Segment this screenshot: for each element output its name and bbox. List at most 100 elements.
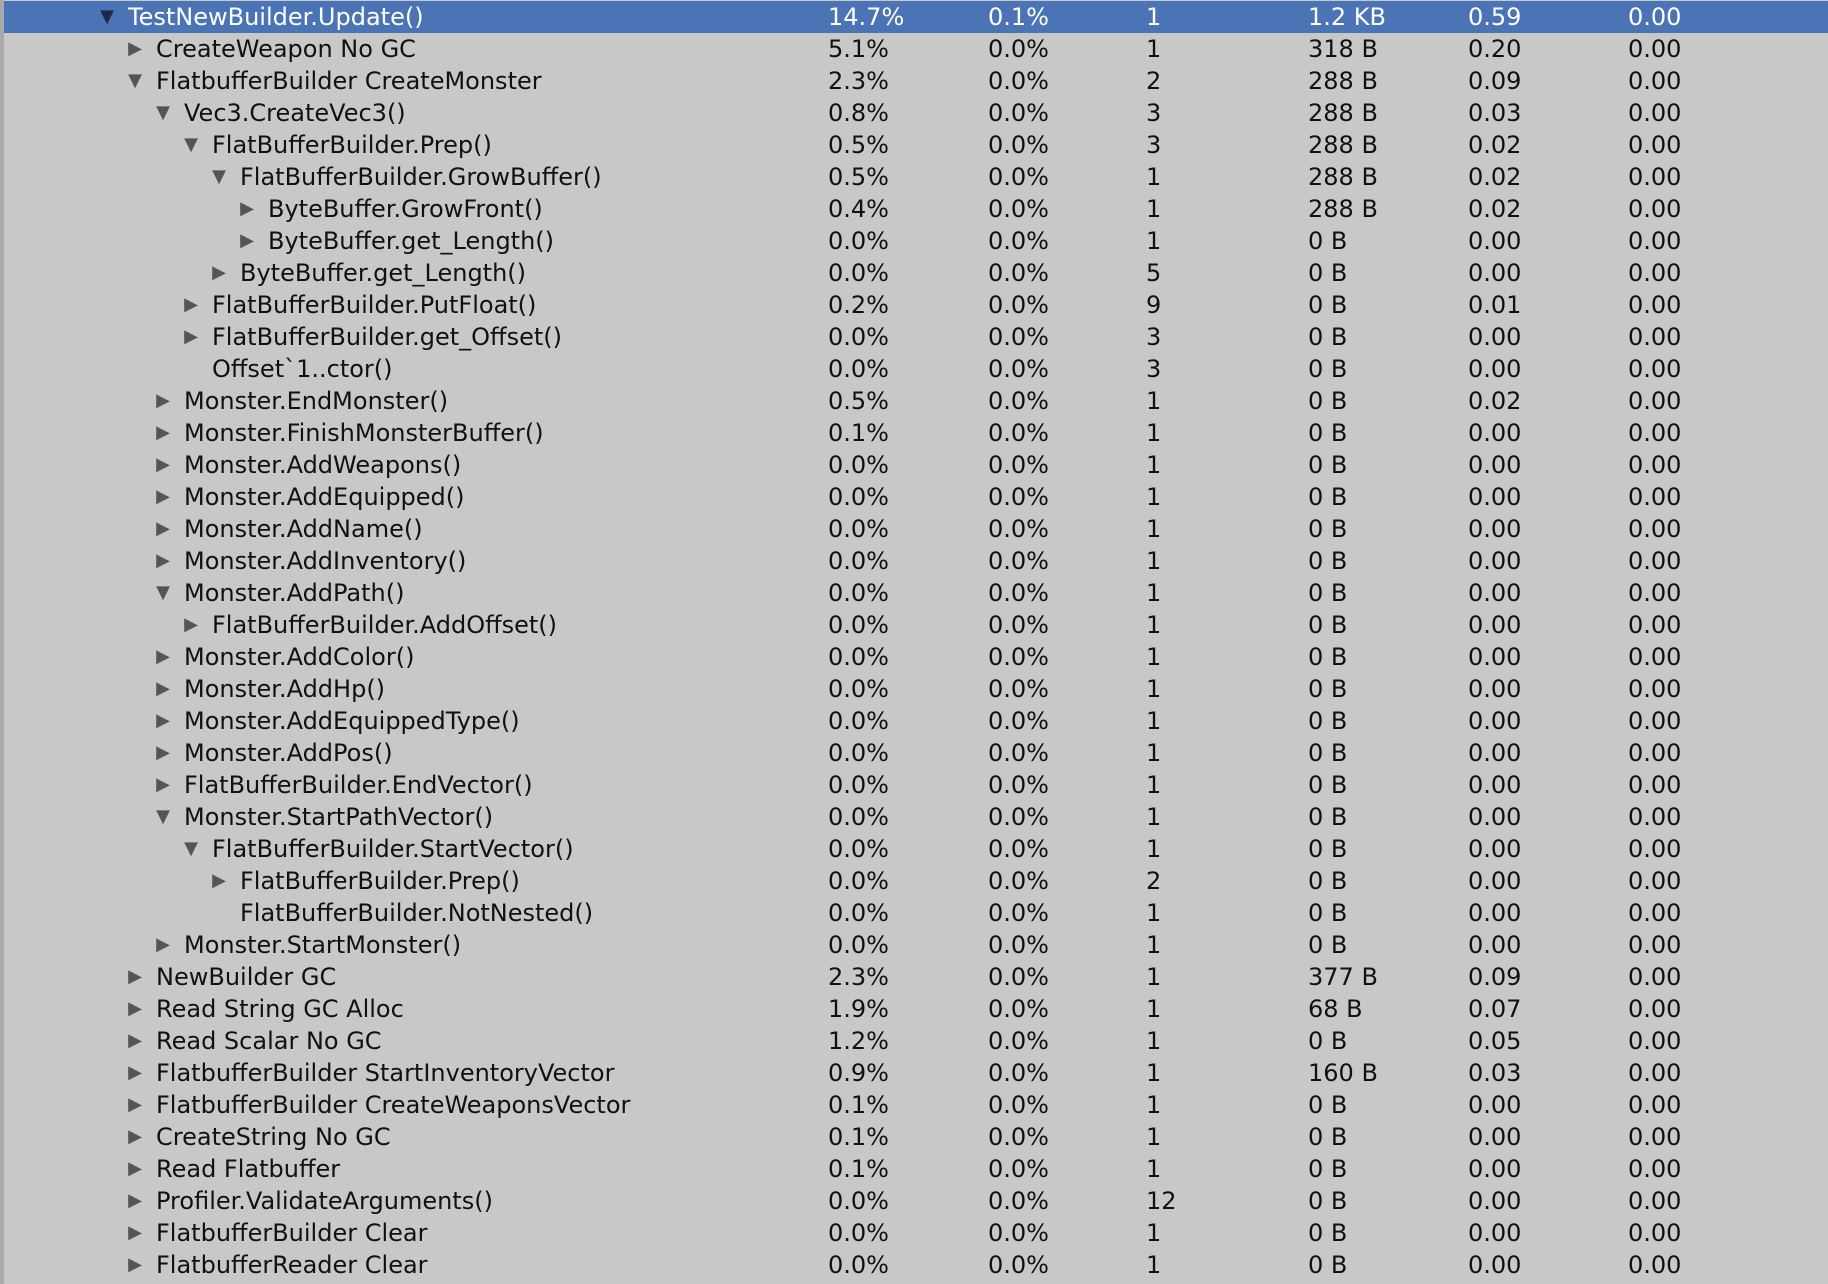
total-percent-cell: 0.0% [828,451,889,479]
collapsed-triangle-icon[interactable]: ▶ [124,1153,146,1185]
table-row[interactable]: ▶ FlatBufferBuilder.Prep() 0.0% 0.0% 2 0 B 0.0… [4,865,1828,897]
table-row[interactable]: ▶ FlatBufferBuilder.EndVector() 0.0% 0.0% 1 0… [4,769,1828,801]
self-ms-cell: 0.00 [1628,131,1682,159]
table-row-selected[interactable]: ▼ TestNewBuilder.Update() 14.7% 0.1% 1 1.2 KB… [4,1,1828,33]
expanded-triangle-icon[interactable]: ▼ [152,577,174,609]
self-percent-cell: 0.0% [988,643,1049,671]
expanded-triangle-icon[interactable]: ▼ [180,833,202,865]
expanded-triangle-icon[interactable]: ▼ [152,801,174,833]
function-name: FlatBufferBuilder.Prep() [240,867,520,895]
collapsed-triangle-icon[interactable]: ▶ [124,1057,146,1089]
expanded-triangle-icon[interactable]: ▼ [152,97,174,129]
collapsed-triangle-icon[interactable]: ▶ [124,1025,146,1057]
collapsed-triangle-icon[interactable]: ▶ [124,1217,146,1249]
table-row[interactable]: ▶ Monster.AddEquipped() 0.0% 0.0% 1 0 B 0.00 0.… [4,481,1828,513]
table-row[interactable]: ▶ CreateWeapon No GC 5.1% 0.0% 1 318 B 0.20 0.0… [4,33,1828,65]
collapsed-triangle-icon[interactable]: ▶ [124,1089,146,1121]
table-row[interactable]: ▶ FlatBufferBuilder.AddOffset() 0.0% 0.0% 1 0… [4,609,1828,641]
table-row[interactable]: ▶ Monster.AddWeapons() 0.0% 0.0% 1 0 B 0.00 0.0… [4,449,1828,481]
table-row[interactable]: ▶ CreateString No GC 0.1% 0.0% 1 0 B 0.00 0.00 [4,1121,1828,1153]
table-row[interactable]: ▶ Monster.AddName() 0.0% 0.0% 1 0 B 0.00 0.00 [4,513,1828,545]
table-row[interactable]: ▶ FlatbufferBuilder Clear 0.0% 0.0% 1 0 B 0.00… [4,1217,1828,1249]
collapsed-triangle-icon[interactable]: ▶ [152,449,174,481]
total-percent-cell: 1.2% [828,1027,889,1055]
gc-alloc-cell: 0 B [1308,1155,1348,1183]
function-name: NewBuilder GC [156,963,337,991]
calls-cell: 1 [1146,419,1162,447]
table-row[interactable]: ▶ ByteBuffer.get_Length() 0.0% 0.0% 5 0 B 0.00… [4,257,1828,289]
table-row[interactable]: Offset`1..ctor() 0.0% 0.0% 3 0 B 0.00 0.00 [4,353,1828,385]
table-row[interactable]: ▶ Monster.StartMonster() 0.0% 0.0% 1 0 B 0.00 0… [4,929,1828,961]
table-row[interactable]: ▶ Read Scalar No GC 1.2% 0.0% 1 0 B 0.05 0.00 [4,1025,1828,1057]
table-row[interactable]: ▶ Monster.AddColor() 0.0% 0.0% 1 0 B 0.00 0.00 [4,641,1828,673]
collapsed-triangle-icon[interactable]: ▶ [152,673,174,705]
table-row[interactable]: ▶ FlatbufferBuilder CreateWeaponsVector 0.… [4,1089,1828,1121]
function-name: Vec3.CreateVec3() [184,99,406,127]
collapsed-triangle-icon[interactable]: ▶ [124,961,146,993]
expanded-triangle-icon[interactable]: ▼ [208,161,230,193]
collapsed-triangle-icon[interactable]: ▶ [180,289,202,321]
table-row[interactable]: ▶ Monster.AddPos() 0.0% 0.0% 1 0 B 0.00 0.00 [4,737,1828,769]
collapsed-triangle-icon[interactable]: ▶ [208,257,230,289]
collapsed-triangle-icon[interactable]: ▶ [180,609,202,641]
table-row[interactable]: ▶ Monster.AddHp() 0.0% 0.0% 1 0 B 0.00 0.00 [4,673,1828,705]
table-row[interactable]: ▼ FlatBufferBuilder.StartVector() 0.0% 0.0%… [4,833,1828,865]
collapsed-triangle-icon[interactable]: ▶ [124,1185,146,1217]
collapsed-triangle-icon[interactable]: ▶ [152,705,174,737]
collapsed-triangle-icon[interactable]: ▶ [152,545,174,577]
self-percent-cell: 0.0% [988,899,1049,927]
table-row[interactable]: ▶ Monster.AddEquippedType() 0.0% 0.0% 1 0 B 0.… [4,705,1828,737]
table-row[interactable]: ▶ FlatBufferBuilder.PutFloat() 0.2% 0.0% 9 0 … [4,289,1828,321]
collapsed-triangle-icon[interactable]: ▶ [152,513,174,545]
collapsed-triangle-icon[interactable]: ▶ [152,929,174,961]
gc-alloc-cell: 0 B [1308,835,1348,863]
table-row[interactable]: ▶ NewBuilder GC 2.3% 0.0% 1 377 B 0.09 0.00 [4,961,1828,993]
total-percent-cell: 0.0% [828,835,889,863]
table-row[interactable]: ▼ Monster.AddPath() 0.0% 0.0% 1 0 B 0.00 0.00 [4,577,1828,609]
expanded-triangle-icon[interactable]: ▼ [124,65,146,97]
expanded-triangle-icon[interactable]: ▼ [96,1,118,33]
table-row[interactable]: ▼ FlatbufferBuilder CreateMonster 2.3% 0.0%… [4,65,1828,97]
self-ms-cell: 0.00 [1628,259,1682,287]
collapsed-triangle-icon[interactable]: ▶ [152,769,174,801]
expanded-triangle-icon[interactable]: ▼ [180,129,202,161]
table-row[interactable]: ▶ Monster.EndMonster() 0.5% 0.0% 1 0 B 0.02 0.0… [4,385,1828,417]
table-row[interactable]: ▼ Vec3.CreateVec3() 0.8% 0.0% 3 288 B 0.03 0.00 [4,97,1828,129]
table-row[interactable]: ▶ FlatbufferReader Clear 0.0% 0.0% 1 0 B 0.00 0… [4,1249,1828,1281]
collapsed-triangle-icon[interactable]: ▶ [152,737,174,769]
table-row[interactable]: ▶ Read Flatbuffer 0.1% 0.0% 1 0 B 0.00 0.00 [4,1153,1828,1185]
collapsed-triangle-icon[interactable]: ▶ [180,321,202,353]
gc-alloc-cell: 160 B [1308,1059,1378,1087]
collapsed-triangle-icon[interactable]: ▶ [152,641,174,673]
time-ms-cell: 0.00 [1468,1091,1522,1119]
table-row[interactable]: ▶ FlatbufferBuilder StartInventoryVector 0… [4,1057,1828,1089]
table-row[interactable]: ▶ Profiler.ValidateArguments() 0.0% 0.0% 12 0… [4,1185,1828,1217]
table-row[interactable]: ▶ ByteBuffer.GrowFront() 0.4% 0.0% 1 288 B 0.0… [4,193,1828,225]
collapsed-triangle-icon[interactable]: ▶ [236,225,258,257]
calls-cell: 3 [1146,323,1162,351]
table-row[interactable]: ▼ Monster.StartPathVector() 0.0% 0.0% 1 0 B 0.… [4,801,1828,833]
collapsed-triangle-icon[interactable]: ▶ [124,33,146,65]
self-percent-cell: 0.0% [988,323,1049,351]
table-row[interactable]: FlatBufferBuilder.NotNested() 0.0% 0.0% 1 0 … [4,897,1828,929]
self-ms-cell: 0.00 [1628,515,1682,543]
self-percent-cell: 0.0% [988,1219,1049,1247]
collapsed-triangle-icon[interactable]: ▶ [208,865,230,897]
table-row[interactable]: ▶ Monster.FinishMonsterBuffer() 0.1% 0.0% 1 0… [4,417,1828,449]
table-row[interactable]: ▼ FlatBufferBuilder.Prep() 0.5% 0.0% 3 288 B 0… [4,129,1828,161]
calls-cell: 1 [1146,771,1162,799]
collapsed-triangle-icon[interactable]: ▶ [236,193,258,225]
table-row[interactable]: ▶ FlatBufferBuilder.get_Offset() 0.0% 0.0% 3… [4,321,1828,353]
collapsed-triangle-icon[interactable]: ▶ [152,385,174,417]
table-row[interactable]: ▶ Read String GC Alloc 1.9% 0.0% 1 68 B 0.07 0.… [4,993,1828,1025]
self-percent-cell: 0.0% [988,1091,1049,1119]
collapsed-triangle-icon[interactable]: ▶ [124,1121,146,1153]
table-row[interactable]: ▶ Monster.AddInventory() 0.0% 0.0% 1 0 B 0.00 0… [4,545,1828,577]
collapsed-triangle-icon[interactable]: ▶ [152,417,174,449]
table-row[interactable]: ▶ ByteBuffer.get_Length() 0.0% 0.0% 1 0 B 0.00… [4,225,1828,257]
self-percent-cell: 0.0% [988,291,1049,319]
collapsed-triangle-icon[interactable]: ▶ [124,993,146,1025]
collapsed-triangle-icon[interactable]: ▶ [124,1249,146,1281]
table-row[interactable]: ▼ FlatBufferBuilder.GrowBuffer() 0.5% 0.0% 1… [4,161,1828,193]
collapsed-triangle-icon[interactable]: ▶ [152,481,174,513]
